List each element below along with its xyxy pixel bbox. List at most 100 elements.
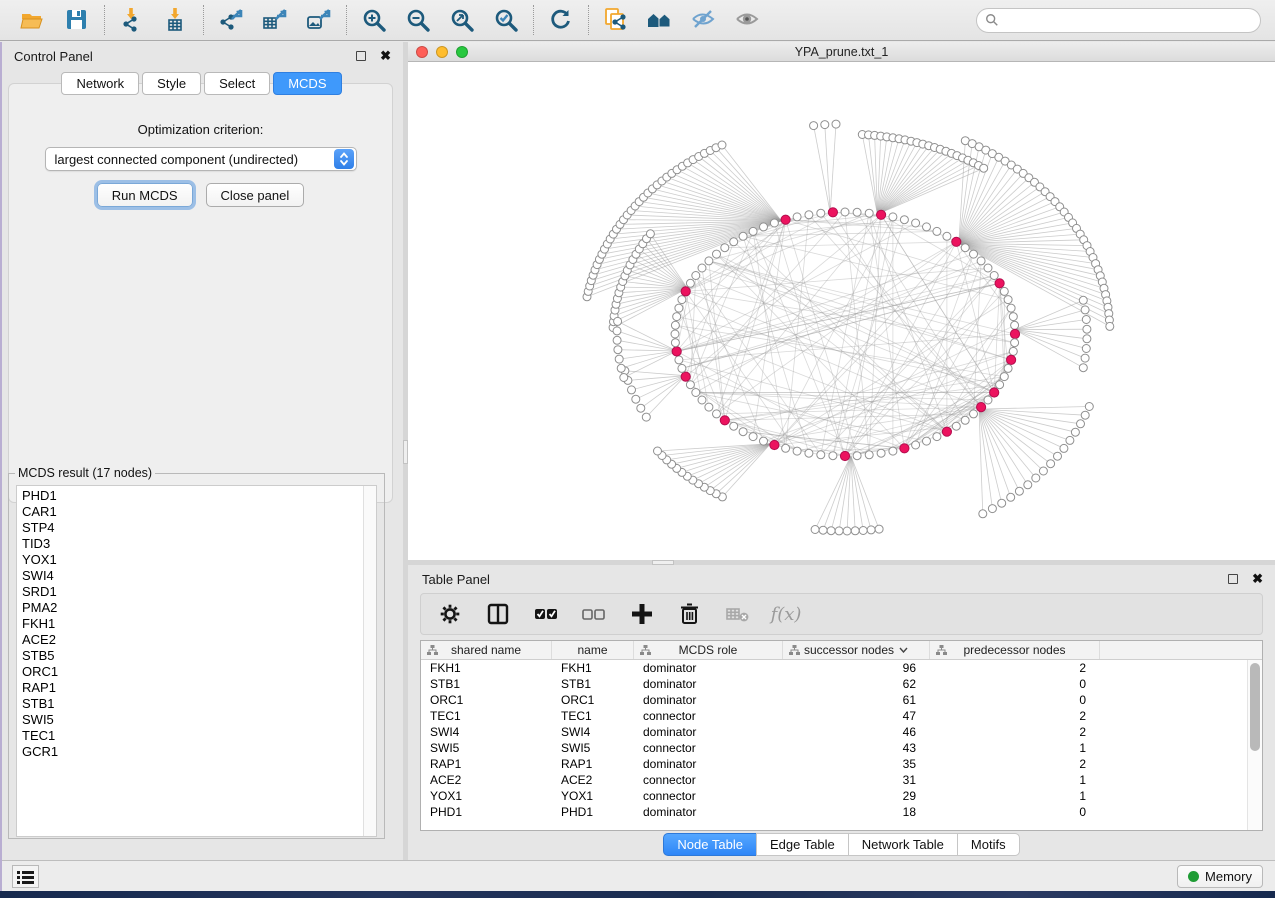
graph-node[interactable] (1011, 321, 1019, 329)
table-row[interactable]: FKH1FKH1dominator962 (421, 660, 1247, 676)
graph-node[interactable] (961, 244, 969, 252)
column-settings-gear-button[interactable] (437, 601, 463, 627)
graph-node[interactable] (739, 232, 747, 240)
graph-node[interactable] (912, 219, 920, 227)
graph-node[interactable] (1004, 364, 1012, 372)
graph-node[interactable] (819, 526, 827, 534)
graph-node[interactable] (900, 216, 908, 224)
close-panel-button[interactable]: Close panel (206, 183, 305, 207)
create-column-button[interactable] (629, 601, 655, 627)
graph-node[interactable] (912, 441, 920, 449)
panel-menu-button[interactable] (12, 865, 39, 888)
mcds-node-item[interactable]: SRD1 (22, 584, 363, 600)
graph-node[interactable] (977, 257, 985, 265)
graph-node[interactable] (615, 355, 623, 363)
graph-node[interactable] (859, 527, 867, 535)
network-canvas[interactable] (408, 62, 1275, 559)
table-row[interactable]: RAP1RAP1dominator352 (421, 756, 1247, 772)
graph-node[interactable] (1000, 287, 1008, 295)
mcds-hub-node[interactable] (840, 451, 849, 460)
graph-node[interactable] (1081, 306, 1089, 314)
graph-node[interactable] (988, 505, 996, 513)
mcds-node-item[interactable]: ACE2 (22, 632, 363, 648)
show-all-button[interactable] (733, 5, 763, 35)
graph-node[interactable] (1011, 339, 1019, 347)
memory-button[interactable]: Memory (1177, 865, 1263, 888)
graph-node[interactable] (614, 346, 622, 354)
close-window-icon[interactable] (416, 46, 428, 58)
mcds-hub-node[interactable] (977, 403, 986, 412)
graph-node[interactable] (730, 422, 738, 430)
export-table-button[interactable] (260, 5, 290, 35)
close-panel-icon[interactable]: ✖ (380, 51, 391, 61)
refresh-view-button[interactable] (546, 5, 576, 35)
graph-node[interactable] (1060, 444, 1068, 452)
tab-style[interactable]: Style (142, 72, 201, 95)
mcds-hub-node[interactable] (1007, 355, 1016, 364)
graph-node[interactable] (614, 317, 622, 325)
graph-node[interactable] (970, 410, 978, 418)
graph-node[interactable] (865, 451, 873, 459)
graph-node[interactable] (713, 410, 721, 418)
graph-node[interactable] (671, 321, 679, 329)
graph-node[interactable] (692, 389, 700, 397)
mcds-hub-node[interactable] (681, 372, 690, 381)
graph-node[interactable] (1081, 411, 1089, 419)
graph-node[interactable] (692, 272, 700, 280)
select-all-rows-button[interactable] (533, 601, 559, 627)
table-row[interactable]: YOX1YOX1connector291 (421, 788, 1247, 804)
mcds-node-item[interactable]: SWI5 (22, 712, 363, 728)
graph-node[interactable] (686, 279, 694, 287)
graph-node[interactable] (1079, 296, 1087, 304)
mcds-node-item[interactable]: GCR1 (22, 744, 363, 760)
table-row[interactable]: PHD1PHD1dominator180 (421, 804, 1247, 820)
mcds-hub-node[interactable] (990, 388, 999, 397)
graph-node[interactable] (642, 413, 650, 421)
graph-node[interactable] (1009, 313, 1017, 321)
graph-node[interactable] (817, 451, 825, 459)
optimization-criterion-select[interactable]: largest connected component (undirected) (45, 147, 357, 171)
graph-node[interactable] (721, 244, 729, 252)
zoom-in-button[interactable] (359, 5, 389, 35)
graph-node[interactable] (990, 272, 998, 280)
column-header-predecessor-nodes[interactable]: predecessor nodes (930, 641, 1100, 659)
save-session-button[interactable] (62, 5, 92, 35)
graph-node[interactable] (943, 232, 951, 240)
mcds-node-item[interactable]: STP4 (22, 520, 363, 536)
mcds-hub-node[interactable] (942, 427, 951, 436)
graph-node[interactable] (1106, 322, 1114, 330)
graph-node[interactable] (760, 437, 768, 445)
maximize-window-icon[interactable] (456, 46, 468, 58)
graph-node[interactable] (1009, 347, 1017, 355)
graph-node[interactable] (1015, 487, 1023, 495)
import-table-button[interactable] (161, 5, 191, 35)
graph-node[interactable] (875, 525, 883, 533)
graph-node[interactable] (698, 264, 706, 272)
graph-node[interactable] (1079, 364, 1087, 372)
graph-node[interactable] (713, 250, 721, 258)
graph-node[interactable] (654, 447, 662, 455)
graph-node[interactable] (782, 444, 790, 452)
graph-node[interactable] (749, 227, 757, 235)
column-header-name[interactable]: name (552, 641, 634, 659)
mcds-node-item[interactable]: PMA2 (22, 600, 363, 616)
column-header-successor-nodes[interactable]: successor nodes (783, 641, 930, 659)
column-header-MCDS-role[interactable]: MCDS role (634, 641, 783, 659)
graph-node[interactable] (827, 527, 835, 535)
float-panel-icon[interactable] (356, 51, 366, 61)
delete-columns-button[interactable] (677, 601, 703, 627)
graph-node[interactable] (923, 437, 931, 445)
copy-network-button[interactable] (601, 5, 631, 35)
graph-node[interactable] (829, 452, 837, 460)
graph-node[interactable] (1083, 335, 1091, 343)
graph-node[interactable] (865, 209, 873, 217)
first-neighbors-button[interactable] (645, 5, 675, 35)
table-row[interactable]: STB1STB1dominator620 (421, 676, 1247, 692)
graph-node[interactable] (1024, 481, 1032, 489)
graph-node[interactable] (760, 223, 768, 231)
graph-node[interactable] (749, 433, 757, 441)
tab-network[interactable]: Network (61, 72, 139, 95)
graph-node[interactable] (1081, 354, 1089, 362)
graph-node[interactable] (686, 381, 694, 389)
graph-node[interactable] (1066, 436, 1074, 444)
